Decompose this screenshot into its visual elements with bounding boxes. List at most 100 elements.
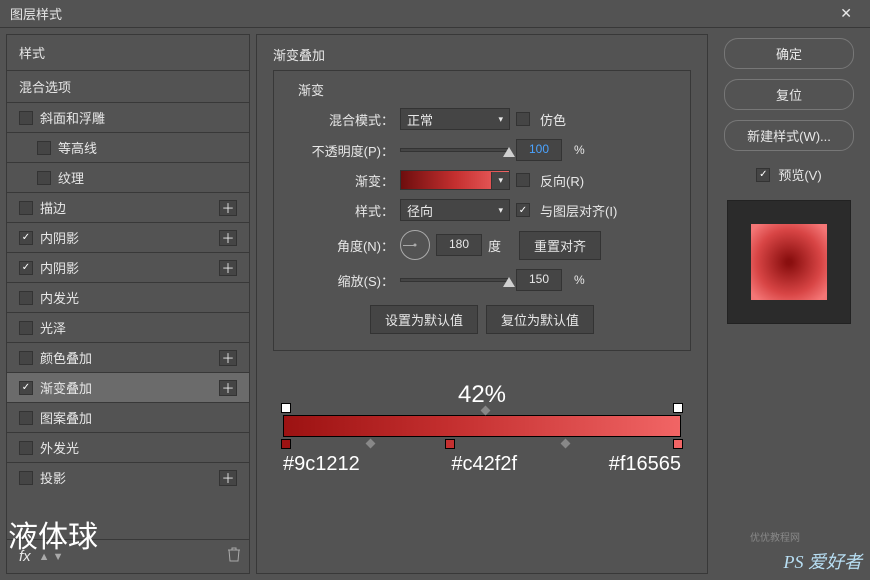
reset-align-button[interactable]: 重置对齐 [519,231,601,260]
blend-mode-label: 混合模式： [294,110,394,129]
opacity-input[interactable]: 100 [516,139,562,161]
gradient-picker[interactable]: ▾ [400,170,510,190]
plus-icon[interactable]: ＋ [219,350,237,366]
watermark-text: PS 爱好者 [784,548,863,574]
sidebar-item[interactable]: 光泽 [7,312,249,342]
sidebar-item[interactable]: 投影＋ [7,462,249,492]
sidebar-item[interactable]: 颜色叠加＋ [7,342,249,372]
reset-default-button[interactable]: 复位为默认值 [486,305,594,334]
close-icon[interactable]: ✕ [832,5,860,22]
cancel-button[interactable]: 复位 [724,79,854,110]
plus-icon[interactable]: ＋ [219,200,237,216]
sidebar-item-label: 图案叠加 [40,408,237,427]
trash-icon[interactable] [227,546,241,567]
style-checkbox[interactable] [19,441,33,455]
action-panel: 确定 复位 新建样式(W)... 预览(V) [714,34,864,574]
midpoint-handle[interactable] [560,439,570,449]
scale-input[interactable]: 150 [516,269,562,291]
plus-icon[interactable]: ＋ [219,470,237,486]
dither-checkbox[interactable] [516,112,530,126]
color-stop[interactable] [445,439,455,449]
plus-icon[interactable]: ＋ [219,380,237,396]
sidebar-item[interactable]: 内发光 [7,282,249,312]
sidebar-item-label: 斜面和浮雕 [40,108,237,127]
opacity-slider[interactable] [400,148,510,152]
opacity-label: 不透明度(P)： [294,141,394,160]
color-stop[interactable] [281,439,291,449]
sidebar-item[interactable]: 描边＋ [7,192,249,222]
sidebar-item[interactable]: 等高线 [7,132,249,162]
blending-options[interactable]: 混合选项 [7,71,249,102]
sidebar-item[interactable]: 外发光 [7,432,249,462]
style-checkbox[interactable] [19,201,33,215]
preview-box [727,200,851,324]
sidebar-item[interactable]: 内阴影＋ [7,252,249,282]
plus-icon[interactable]: ＋ [219,260,237,276]
sidebar-item-label: 等高线 [58,138,237,157]
window-title: 图层样式 [10,4,832,23]
sidebar-item-label: 渐变叠加 [40,378,219,397]
sidebar-item-label: 内阴影 [40,228,219,247]
gradient-editor: 42% #9c1212 #c42f2f #f16565 [273,381,691,476]
style-checkbox[interactable] [19,111,33,125]
sidebar-header: 样式 [7,35,249,71]
style-checkbox[interactable] [19,471,33,485]
opacity-stop[interactable] [673,403,683,413]
section-title: 渐变叠加 [273,45,691,64]
degree-label: 度 [488,236,501,255]
gradient-bar[interactable] [283,415,681,437]
style-checkbox[interactable] [19,381,33,395]
settings-panel: 渐变叠加 渐变 混合模式： 正常▾ 仿色 不透明度(P)： 100 % 渐变： … [256,34,708,574]
sidebar-item[interactable]: 渐变叠加＋ [7,372,249,402]
angle-dial[interactable] [400,230,430,260]
sidebar-item[interactable]: 斜面和浮雕 [7,102,249,132]
style-checkbox[interactable] [37,141,51,155]
styles-sidebar: 样式 混合选项 斜面和浮雕等高线纹理描边＋内阴影＋内阴影＋内发光光泽颜色叠加＋渐… [6,34,250,574]
gradient-label: 渐变： [294,171,394,190]
style-checkbox[interactable] [19,261,33,275]
preview-label: 预览(V) [778,165,821,184]
titlebar: 图层样式 ✕ [0,0,870,28]
dither-label: 仿色 [540,110,566,129]
color-stop[interactable] [673,439,683,449]
align-checkbox[interactable] [516,203,530,217]
sidebar-item[interactable]: 纹理 [7,162,249,192]
style-checkbox[interactable] [19,321,33,335]
color-stop-hex: #f16565 [609,453,681,476]
sidebar-item[interactable]: 图案叠加 [7,402,249,432]
style-checkbox[interactable] [19,231,33,245]
scale-slider[interactable] [400,278,510,282]
reverse-label: 反向(R) [540,171,584,190]
midpoint-handle[interactable] [365,439,375,449]
sidebar-item-label: 投影 [40,468,219,487]
preview-checkbox[interactable] [756,168,770,182]
color-stop-hex: #9c1212 [283,453,360,476]
style-dropdown[interactable]: 径向▾ [400,199,510,221]
fieldset-title: 渐变 [294,80,328,99]
sidebar-item-label: 描边 [40,198,219,217]
angle-input[interactable]: 180 [436,234,482,256]
opacity-stop[interactable] [281,403,291,413]
set-default-button[interactable]: 设置为默认值 [370,305,478,334]
style-checkbox[interactable] [19,411,33,425]
style-label: 样式： [294,201,394,220]
scale-label: 缩放(S)： [294,271,394,290]
chevron-down-icon: ▾ [491,172,509,189]
sidebar-item-label: 内阴影 [40,258,219,277]
style-checkbox[interactable] [37,171,51,185]
blend-mode-dropdown[interactable]: 正常▾ [400,108,510,130]
style-checkbox[interactable] [19,291,33,305]
sidebar-item-label: 颜色叠加 [40,348,219,367]
reverse-checkbox[interactable] [516,173,530,187]
style-checkbox[interactable] [19,351,33,365]
plus-icon[interactable]: ＋ [219,230,237,246]
sidebar-item-label: 内发光 [40,288,237,307]
sidebar-item-label: 外发光 [40,438,237,457]
align-label: 与图层对齐(I) [540,201,617,220]
watermark-text: 优优教程网 [750,529,800,544]
ok-button[interactable]: 确定 [724,38,854,69]
new-style-button[interactable]: 新建样式(W)... [724,120,854,151]
preview-swatch [751,224,827,300]
chevron-down-icon: ▾ [498,114,503,125]
sidebar-item[interactable]: 内阴影＋ [7,222,249,252]
